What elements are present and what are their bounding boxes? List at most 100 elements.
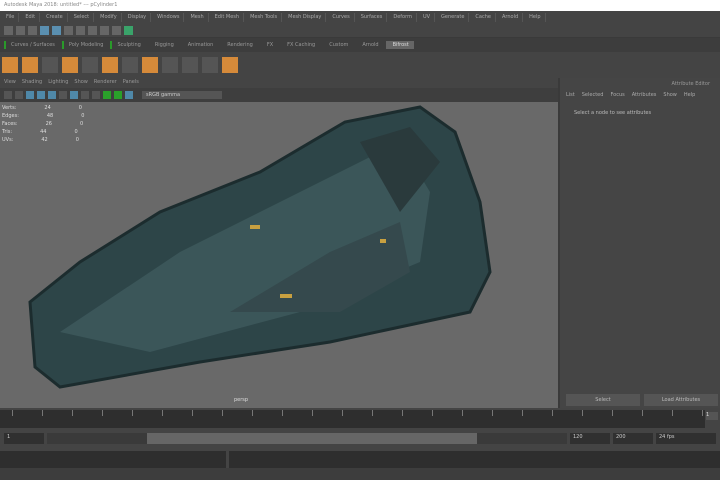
viewport[interactable] — [0, 102, 558, 408]
time-tick — [342, 410, 343, 416]
menu-help[interactable]: Help — [525, 13, 546, 22]
attr-menu-item[interactable]: Show — [663, 92, 677, 98]
fps-dropdown[interactable]: 24 fps — [656, 432, 716, 444]
poly-cone-icon[interactable] — [62, 57, 78, 73]
poly-torus-icon[interactable] — [102, 57, 118, 73]
shelf-tab[interactable]: Arnold — [355, 41, 383, 49]
shelf-tab[interactable]: Curves / Surfaces — [4, 41, 60, 49]
attr-menu-item[interactable]: Help — [684, 92, 695, 98]
menu-mesh-display[interactable]: Mesh Display — [284, 13, 327, 22]
menu-cache[interactable]: Cache — [471, 13, 496, 22]
hud-row: Edges: 48 0 — [2, 112, 84, 120]
aa-icon[interactable] — [114, 91, 122, 99]
panel-title: Attribute Editor — [671, 81, 710, 87]
menu-modify[interactable]: Modify — [96, 13, 122, 22]
menu-windows[interactable]: Windows — [153, 13, 185, 22]
extrude-icon[interactable] — [162, 57, 178, 73]
hud-cell: 48 — [46, 113, 54, 119]
panel-menu-item[interactable]: Show — [74, 79, 88, 87]
grid-icon[interactable] — [26, 91, 34, 99]
shelf-tab[interactable]: Custom — [322, 41, 353, 49]
shelf-tab[interactable]: FX Caching — [280, 41, 320, 49]
panel-menu-item[interactable]: Renderer — [94, 79, 117, 87]
menu-uv[interactable]: UV — [419, 13, 436, 22]
shelf-tab[interactable]: Rendering — [220, 41, 258, 49]
bridge-icon[interactable] — [202, 57, 218, 73]
mesh-object[interactable] — [0, 102, 558, 408]
color-space-field[interactable]: sRGB gamma — [142, 91, 222, 99]
hud-row: Faces: 26 0 — [2, 120, 84, 128]
shelf-tab[interactable]: Sculpting — [110, 41, 145, 49]
camera-select-icon[interactable] — [4, 91, 12, 99]
shadows-icon[interactable] — [81, 91, 89, 99]
shelf-tab[interactable]: FX — [260, 41, 278, 49]
attr-menu-item[interactable]: Selected — [582, 92, 604, 98]
open-scene-icon[interactable] — [16, 26, 25, 35]
menu-display[interactable]: Display — [124, 13, 152, 22]
camera-attr-icon[interactable] — [15, 91, 23, 99]
time-slider[interactable] — [0, 408, 705, 428]
range-slider[interactable] — [47, 432, 567, 444]
hud-cell: 42 — [41, 137, 48, 143]
textured-icon[interactable] — [59, 91, 67, 99]
save-scene-icon[interactable] — [28, 26, 37, 35]
shelf-tab[interactable]: Bifrost — [385, 41, 414, 49]
smooth-icon[interactable] — [222, 57, 238, 73]
combine-icon[interactable] — [122, 57, 138, 73]
ipr-render-icon[interactable] — [112, 26, 121, 35]
time-tick — [642, 410, 643, 416]
render-icon[interactable] — [100, 26, 109, 35]
poly-cube-icon[interactable] — [22, 57, 38, 73]
new-scene-icon[interactable] — [4, 26, 13, 35]
command-line[interactable] — [0, 448, 720, 471]
poly-cylinder-icon[interactable] — [42, 57, 58, 73]
shelf-tab[interactable]: Poly Modeling — [61, 41, 109, 49]
select-mode-icon[interactable] — [40, 26, 49, 35]
range-handle[interactable] — [147, 432, 477, 444]
panel-menu-item[interactable]: Lighting — [48, 79, 68, 87]
panel-menu-tabs: List Selected Focus Attributes Show Help — [560, 90, 720, 100]
xray-icon[interactable] — [92, 91, 100, 99]
menu-select[interactable]: Select — [70, 13, 95, 22]
panel-menu-item[interactable]: Shading — [22, 79, 42, 87]
menu-edit[interactable]: Edit — [21, 13, 41, 22]
hud-cell: 0 — [78, 105, 82, 111]
snap-curve-icon[interactable] — [76, 26, 85, 35]
select-button[interactable]: Select — [566, 394, 640, 406]
load-attributes-button[interactable]: Load Attributes — [644, 394, 718, 406]
attr-menu-item[interactable]: Attributes — [632, 92, 657, 98]
snap-point-icon[interactable] — [88, 26, 97, 35]
menu-edit-mesh[interactable]: Edit Mesh — [211, 13, 245, 22]
menu-file[interactable]: File — [2, 13, 20, 22]
attr-menu-item[interactable]: Focus — [610, 92, 624, 98]
anim-end-field[interactable]: 200 — [613, 432, 653, 444]
shelf-tab[interactable]: Rigging — [148, 41, 179, 49]
menu-mesh[interactable]: Mesh — [186, 13, 209, 22]
ao-icon[interactable] — [103, 91, 111, 99]
menu-curves[interactable]: Curves — [328, 13, 355, 22]
current-frame-field[interactable]: 1 — [706, 412, 718, 420]
menu-deform[interactable]: Deform — [389, 13, 417, 22]
panel-menu-item[interactable]: Panels — [123, 79, 139, 87]
menu-mesh-tools[interactable]: Mesh Tools — [246, 13, 283, 22]
render-settings-icon[interactable] — [124, 26, 133, 35]
menu-arnold[interactable]: Arnold — [498, 13, 524, 22]
menu-surfaces[interactable]: Surfaces — [357, 13, 388, 22]
smooth-shade-icon[interactable] — [48, 91, 56, 99]
poly-sphere-icon[interactable] — [2, 57, 18, 73]
attr-menu-item[interactable]: List — [566, 92, 575, 98]
shelf-tab[interactable]: Animation — [181, 41, 219, 49]
menu-create[interactable]: Create — [42, 13, 68, 22]
lights-icon[interactable] — [70, 91, 78, 99]
start-frame-field[interactable]: 1 — [4, 432, 44, 444]
color-manage-icon[interactable] — [125, 91, 133, 99]
bevel-icon[interactable] — [182, 57, 198, 73]
panel-menu-item[interactable]: View — [4, 79, 16, 87]
separate-icon[interactable] — [142, 57, 158, 73]
snap-grid-icon[interactable] — [64, 26, 73, 35]
menu-generate[interactable]: Generate — [437, 13, 470, 22]
poly-plane-icon[interactable] — [82, 57, 98, 73]
end-frame-field[interactable]: 120 — [570, 432, 610, 444]
component-mode-icon[interactable] — [52, 26, 61, 35]
wireframe-icon[interactable] — [37, 91, 45, 99]
